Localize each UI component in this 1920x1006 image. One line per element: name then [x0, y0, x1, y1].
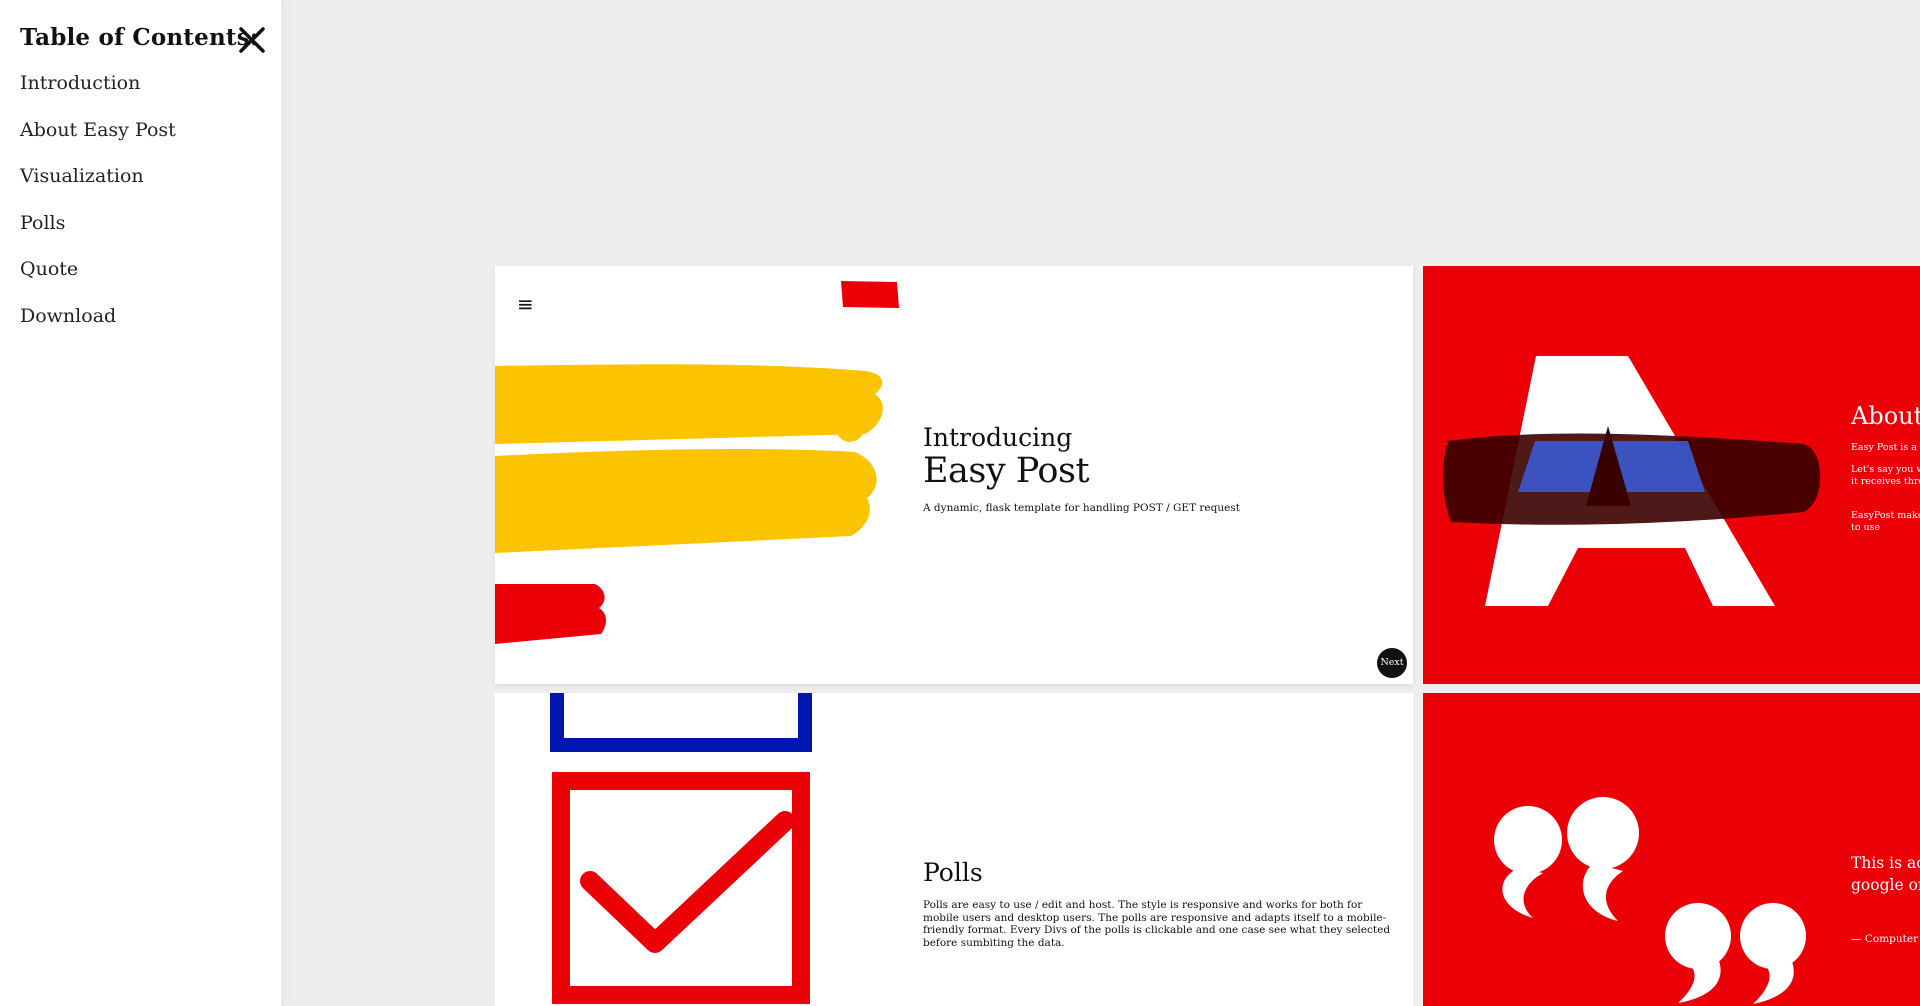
next-button[interactable]: Next [1377, 648, 1407, 678]
letter-a-illustration [1443, 356, 1821, 606]
about-title: About Easy Post [1851, 402, 1920, 430]
quote-text: This is accessible through phones and go… [1851, 854, 1920, 894]
quote-marks-illustration [1494, 797, 1806, 1004]
checkbox-illustration [550, 693, 812, 1004]
toc-item-visualization[interactable]: Visualization [20, 163, 176, 210]
toc-item-introduction[interactable]: Introduction [20, 70, 176, 117]
intro-slide: ≡ Introducing Easy Post A dynamic, flask… [495, 266, 1413, 684]
about-paragraph: Easy Post is a dynamic Flask template [1851, 442, 1920, 453]
polls-slide: Polls Polls are easy to use / edit and h… [495, 693, 1413, 1006]
about-paragraph: EasyPost makes this possible; it is ligh… [1851, 510, 1920, 533]
toc-item-polls[interactable]: Polls [20, 210, 176, 257]
toc-item-about-easy-post[interactable]: About Easy Post [20, 117, 176, 164]
polls-description: Polls are easy to use / edit and host. T… [923, 899, 1391, 949]
about-paragraph: Let's say you want to host a poll and be… [1851, 464, 1920, 487]
polls-title: Polls [923, 858, 983, 887]
intro-title: Easy Post [923, 451, 1090, 491]
quote-author: — Computer Science [1851, 933, 1920, 945]
table-of-contents-sidebar: Table of Contents: Introduction About Ea… [0, 0, 281, 1006]
intro-heading-line: Introducing [923, 423, 1073, 452]
toc-item-download[interactable]: Download [20, 303, 176, 350]
toc-title: Table of Contents: [20, 24, 259, 51]
close-icon[interactable] [236, 24, 268, 56]
about-slide: About Easy Post Easy Post is a dynamic F… [1423, 266, 1920, 684]
intro-description: A dynamic, flask template for handling P… [923, 502, 1240, 514]
toc-list: Introduction About Easy Post Visualizati… [20, 70, 176, 349]
quote-slide: This is accessible through phones and go… [1423, 693, 1920, 1006]
toc-item-quote[interactable]: Quote [20, 256, 176, 303]
